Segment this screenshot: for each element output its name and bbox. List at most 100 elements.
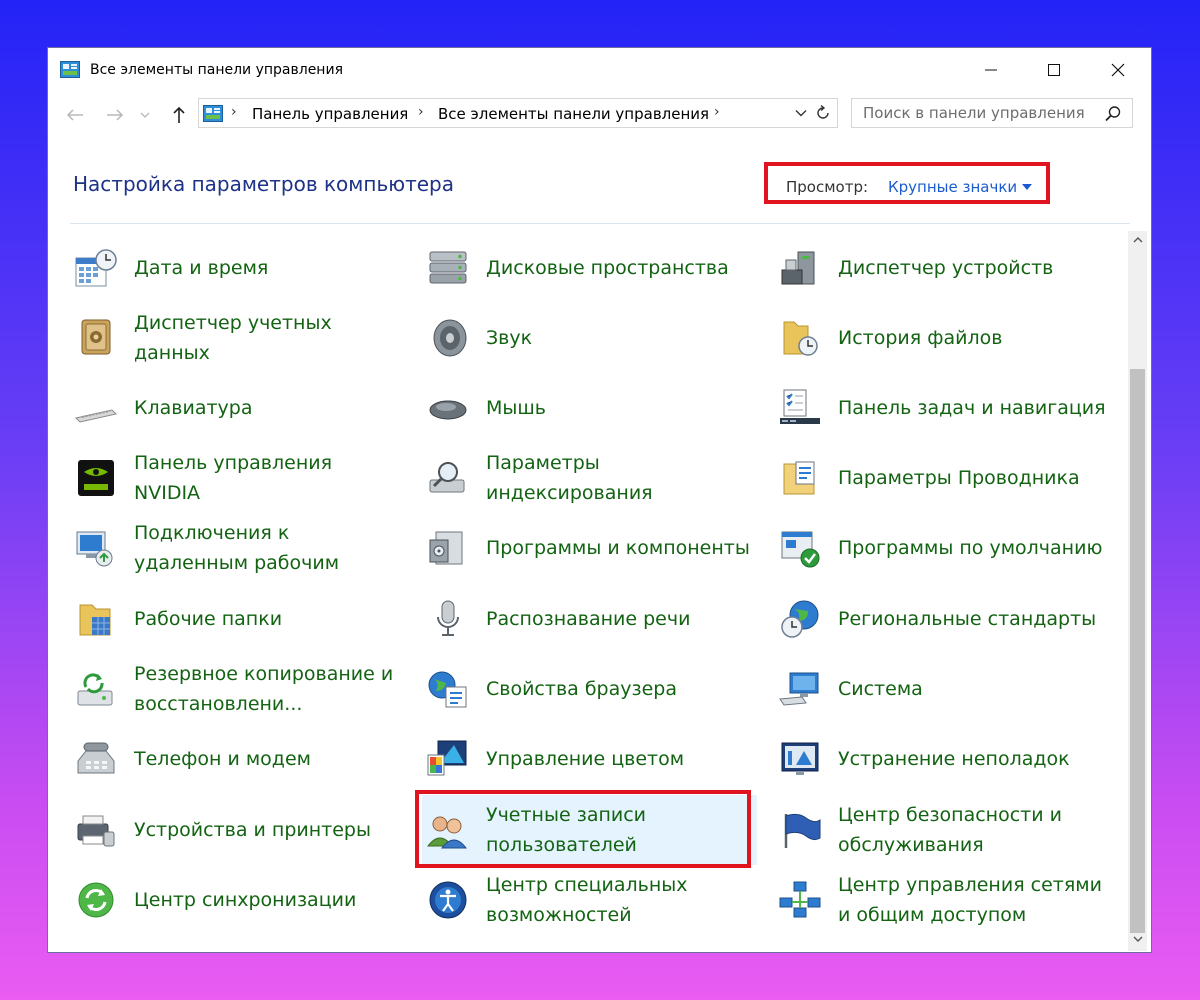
taskbar-icon [778, 388, 822, 428]
title-bar: Все элементы панели управления [48, 48, 1151, 92]
item-backup-restore[interactable]: Резервное копирование и восстановлени... [70, 654, 405, 724]
item-label: Распознавание речи [486, 608, 691, 630]
item-indexing-options[interactable]: Параметры индексирования [422, 443, 757, 513]
item-storage-spaces[interactable]: Дисковые пространства [422, 233, 757, 303]
vertical-scrollbar[interactable] [1128, 231, 1147, 951]
back-button[interactable] [64, 105, 86, 125]
item-label: Центр безопасности и обслуживания [838, 804, 1062, 856]
item-date-time[interactable]: Дата и время [70, 233, 405, 303]
maximize-button[interactable] [1024, 48, 1084, 92]
chevron-down-icon [140, 112, 150, 118]
breadcrumb-separator-icon[interactable]: › [418, 104, 424, 120]
item-label: Центр синхронизации [134, 889, 357, 911]
refresh-button[interactable] [812, 100, 834, 126]
region-globe-icon [778, 599, 822, 639]
scrollbar-thumb[interactable] [1130, 369, 1145, 933]
item-label: Учетные записи пользователей [486, 804, 647, 856]
item-troubleshooting[interactable]: Устранение неполадок [774, 724, 1109, 794]
recent-locations-button[interactable] [138, 105, 152, 125]
item-label: Телефон и модем [134, 748, 311, 770]
address-history-button[interactable] [790, 100, 812, 126]
breadcrumb-separator-icon[interactable]: › [231, 104, 237, 120]
breadcrumb-separator-icon[interactable]: › [714, 104, 720, 120]
device-manager-icon [778, 248, 822, 288]
breadcrumb-all-items[interactable]: Все элементы панели управления [438, 105, 709, 123]
item-label: Параметры индексирования [486, 452, 653, 504]
window-title: Все элементы панели управления [90, 62, 343, 78]
forward-button[interactable] [104, 105, 126, 125]
calendar-clock-icon [74, 248, 118, 288]
item-internet-options[interactable]: Свойства браузера [422, 654, 757, 724]
item-system[interactable]: Система [774, 654, 1109, 724]
color-management-icon [426, 739, 470, 779]
item-label: Центр специальных возможностей [486, 874, 688, 926]
item-network-sharing-center[interactable]: Центр управления сетями и общим доступом [774, 865, 1109, 935]
phone-modem-icon [74, 739, 118, 779]
close-icon [1111, 63, 1125, 77]
troubleshooting-icon [778, 739, 822, 779]
network-center-icon [778, 880, 822, 920]
item-label: Дисковые пространства [486, 257, 729, 279]
address-bar[interactable]: › Панель управления › Все элементы панел… [198, 98, 838, 128]
item-work-folders[interactable]: Рабочие папки [70, 584, 405, 654]
item-label: Диспетчер учетных данных [134, 312, 332, 364]
mouse-icon [426, 388, 470, 428]
item-credential-manager[interactable]: Диспетчер учетных данных [70, 303, 405, 373]
item-mouse[interactable]: Мышь [422, 373, 757, 443]
item-label: Панель задач и навигация [838, 397, 1106, 419]
scroll-up-button[interactable] [1128, 231, 1147, 249]
item-label: Панель управления NVIDIA [134, 452, 333, 504]
search-icon[interactable] [1104, 105, 1122, 123]
view-by-dropdown[interactable]: Крупные значки [888, 178, 1017, 196]
item-label: История файлов [838, 327, 1003, 349]
up-button[interactable] [168, 105, 190, 125]
accessibility-icon [426, 880, 470, 920]
item-nvidia-control-panel[interactable]: Панель управления NVIDIA [70, 443, 405, 513]
item-label: Управление цветом [486, 748, 685, 770]
security-flag-icon [778, 810, 822, 850]
internet-options-icon [426, 669, 470, 709]
item-keyboard[interactable]: Клавиатура [70, 373, 405, 443]
item-device-manager[interactable]: Диспетчер устройств [774, 233, 1109, 303]
item-sound[interactable]: Звук [422, 303, 757, 373]
item-explorer-options[interactable]: Параметры Проводника [774, 443, 1109, 513]
minimize-button[interactable] [961, 48, 1021, 92]
refresh-icon [817, 105, 829, 119]
item-label: Рабочие папки [134, 608, 283, 630]
caret-down-icon[interactable] [1022, 184, 1032, 190]
item-default-programs[interactable]: Программы по умолчанию [774, 513, 1109, 583]
item-region[interactable]: Региональные стандарты [774, 584, 1109, 654]
search-input[interactable] [852, 99, 1103, 127]
search-box[interactable] [851, 98, 1133, 128]
arrow-left-icon [66, 109, 83, 121]
item-security-maintenance[interactable]: Центр безопасности и обслуживания [774, 795, 1109, 865]
item-sync-center[interactable]: Центр синхронизации [70, 865, 405, 935]
item-user-accounts[interactable]: Учетные записи пользователей [422, 795, 757, 865]
explorer-options-icon [778, 458, 822, 498]
item-phone-modem[interactable]: Телефон и модем [70, 724, 405, 794]
breadcrumb-control-panel[interactable]: Панель управления [252, 105, 408, 123]
arrow-up-icon [173, 106, 185, 123]
item-taskbar-navigation[interactable]: Панель задач и навигация [774, 373, 1109, 443]
control-panel-icon [60, 61, 80, 78]
close-button[interactable] [1088, 48, 1148, 92]
item-programs-features[interactable]: Программы и компоненты [422, 513, 757, 583]
item-label: Программы по умолчанию [838, 537, 1103, 559]
item-file-history[interactable]: История файлов [774, 303, 1109, 373]
item-devices-printers[interactable]: Устройства и принтеры [70, 795, 405, 865]
item-remote-connections[interactable]: Подключения к удаленным рабочим [70, 513, 405, 583]
user-accounts-icon [426, 810, 470, 850]
item-speech-recognition[interactable]: Распознавание речи [422, 584, 757, 654]
backup-restore-icon [74, 669, 118, 709]
item-label: Звук [486, 327, 533, 349]
view-by-label: Просмотр: [786, 178, 869, 196]
default-programs-icon [778, 528, 822, 568]
indexing-icon [426, 458, 470, 498]
item-label: Мышь [486, 397, 546, 419]
item-color-management[interactable]: Управление цветом [422, 724, 757, 794]
scroll-down-button[interactable] [1128, 930, 1147, 948]
system-monitor-icon [778, 669, 822, 709]
item-ease-of-access[interactable]: Центр специальных возможностей [422, 865, 757, 935]
credential-vault-icon [74, 318, 118, 358]
header-divider [70, 223, 1130, 224]
